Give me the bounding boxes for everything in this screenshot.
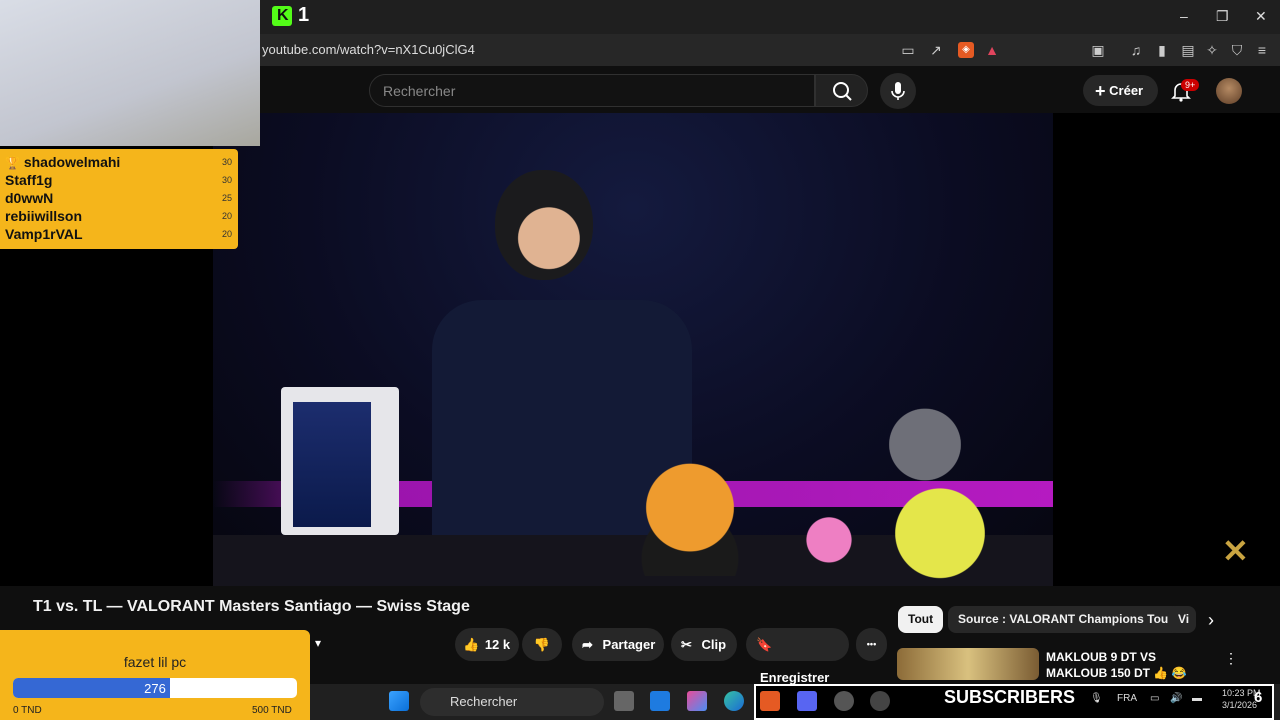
chevron-right-icon[interactable]: › xyxy=(1208,610,1214,631)
create-label: Créer xyxy=(1109,83,1144,98)
recommendation-title[interactable]: MAKLOUB 9 DT VS MAKLOUB 150 DT 👍 😂 xyxy=(1046,649,1216,681)
yellow-plush xyxy=(870,470,1010,585)
recommendation-thumbnail[interactable] xyxy=(897,648,1039,680)
goal-max-label: 500 TND xyxy=(252,705,292,716)
video-title: T1 vs. TL — VALORANT Masters Santiago — … xyxy=(33,598,470,615)
chip-source[interactable]: Source : VALORANT Champions Tour xyxy=(948,606,1183,633)
leader-score: 30 xyxy=(222,175,233,185)
brave-icon[interactable] xyxy=(760,691,780,711)
chip-partial[interactable]: Vi xyxy=(1168,606,1196,633)
app-icon[interactable] xyxy=(870,691,890,711)
share-icon: ➦ xyxy=(582,637,593,652)
helmet-plush xyxy=(870,395,980,485)
search-icon xyxy=(833,82,852,101)
clip-button[interactable]: ✂ Clip xyxy=(671,628,737,661)
scissors-icon: ✂ xyxy=(681,637,692,652)
leo-ai-icon[interactable]: ✧ xyxy=(1204,42,1220,58)
clock-date[interactable]: 3/1/2026 xyxy=(1222,700,1257,710)
task-view-icon[interactable] xyxy=(614,691,634,711)
brave-shield-icon[interactable]: ◈ xyxy=(958,42,974,58)
sidebar-icon[interactable]: ▮ xyxy=(1154,42,1170,58)
music-icon[interactable]: ♫ xyxy=(1128,42,1144,58)
voice-search-button[interactable] xyxy=(880,73,916,109)
like-button[interactable]: 👍 12 k xyxy=(455,628,519,661)
thumbs-up-icon: 👍 xyxy=(463,637,480,652)
avatar[interactable] xyxy=(1216,78,1242,104)
search-input[interactable]: Rechercher xyxy=(369,74,815,107)
battery-icon[interactable]: ▬ xyxy=(1192,693,1202,704)
trophy-icon: 🏆 xyxy=(5,156,20,170)
screen: 1 – ❐ ✕ youtube.com/watch?v=nX1Cu0jClG4 … xyxy=(0,0,1280,720)
windows-start-icon[interactable] xyxy=(389,691,409,711)
plus-icon: + xyxy=(1095,81,1106,101)
menu-icon[interactable]: ≡ xyxy=(1254,42,1270,58)
taskbar-search[interactable]: Rechercher xyxy=(420,688,604,716)
vpn-icon[interactable]: ⛉ xyxy=(1229,42,1245,58)
screenshot-icon[interactable]: ▣ xyxy=(1090,42,1106,58)
save-button[interactable]: 🔖 Enregistrer xyxy=(746,628,849,685)
thumbs-down-icon: 👎 xyxy=(533,637,551,652)
bookmark-icon: 🔖 xyxy=(756,637,773,652)
edge-icon[interactable] xyxy=(724,691,744,711)
more-vert-icon[interactable]: ⋮ xyxy=(1224,650,1238,667)
copilot-icon[interactable] xyxy=(687,691,707,711)
notification-counter[interactable]: 6 xyxy=(1254,689,1262,706)
maximize-button[interactable]: ❐ xyxy=(1216,8,1229,25)
goal-current-value: 276 xyxy=(144,681,166,696)
close-window-button[interactable]: ✕ xyxy=(1255,8,1267,25)
search-button[interactable] xyxy=(815,74,868,107)
mic-tray-icon[interactable]: 🎙 xyxy=(1090,693,1103,704)
mic-icon xyxy=(891,82,905,100)
leader-name: Vamp1rVAL xyxy=(5,226,83,242)
obs-icon[interactable] xyxy=(834,691,854,711)
more-actions-button[interactable]: ••• xyxy=(856,628,887,661)
wallet-icon[interactable]: ▤ xyxy=(1180,42,1196,58)
share-label: Partager xyxy=(602,637,656,652)
goal-title: fazet lil pc xyxy=(123,654,187,670)
language-indicator[interactable]: FRA xyxy=(1117,693,1137,704)
visual-studio-icon[interactable] xyxy=(650,691,670,711)
cast-icon[interactable]: ▭ xyxy=(900,42,916,58)
leaderboard-row: 🏆 shadowelmahi xyxy=(5,154,120,170)
create-button[interactable]: + Créer xyxy=(1083,75,1158,106)
goal-min-label: 0 TND xyxy=(13,705,42,716)
leader-name: Staff1g xyxy=(5,172,53,188)
leader-name: rebiiwillson xyxy=(5,208,83,224)
network-icon[interactable]: ▭ xyxy=(1150,693,1159,704)
leader-name: shadowelmahi xyxy=(23,154,121,170)
leader-score: 20 xyxy=(222,211,233,221)
like-count: 12 k xyxy=(484,637,511,652)
search-placeholder: Rechercher xyxy=(383,83,456,99)
subscribers-label: SUBSCRIBERS xyxy=(944,687,1076,707)
tab-title[interactable]: 1 xyxy=(298,4,309,27)
volume-icon[interactable]: 🔊 xyxy=(1170,693,1182,704)
leader-score: 30 xyxy=(222,157,233,167)
kick-logo-icon[interactable] xyxy=(272,6,292,26)
dislike-button[interactable]: 👎 xyxy=(522,628,562,661)
leader-score: 20 xyxy=(222,229,233,239)
bear-plush xyxy=(625,458,755,576)
chip-all[interactable]: Tout xyxy=(898,606,944,633)
octopus-plush xyxy=(798,512,860,574)
discord-icon[interactable] xyxy=(797,691,817,711)
brave-rewards-icon[interactable]: ▲ xyxy=(984,42,1000,58)
leader-score: 25 xyxy=(222,193,233,203)
player-head xyxy=(495,170,593,280)
chevron-down-icon[interactable]: ▾ xyxy=(315,636,321,650)
webcam-overlay xyxy=(0,0,260,146)
minimize-button[interactable]: – xyxy=(1180,8,1188,24)
drink-cans xyxy=(293,402,371,527)
url-text[interactable]: youtube.com/watch?v=nX1Cu0jClG4 xyxy=(262,42,475,57)
vct-logo-icon: ✕ xyxy=(1222,533,1249,569)
leader-name: d0wwN xyxy=(5,190,54,206)
save-label: Enregistrer xyxy=(760,670,830,685)
clip-label: Clip xyxy=(701,637,727,652)
notification-badge: 9+ xyxy=(1181,79,1200,91)
share-page-icon[interactable]: ↗ xyxy=(928,42,944,58)
share-button[interactable]: ➦ Partager xyxy=(572,628,664,661)
taskbar-search-label: Rechercher xyxy=(450,694,518,709)
